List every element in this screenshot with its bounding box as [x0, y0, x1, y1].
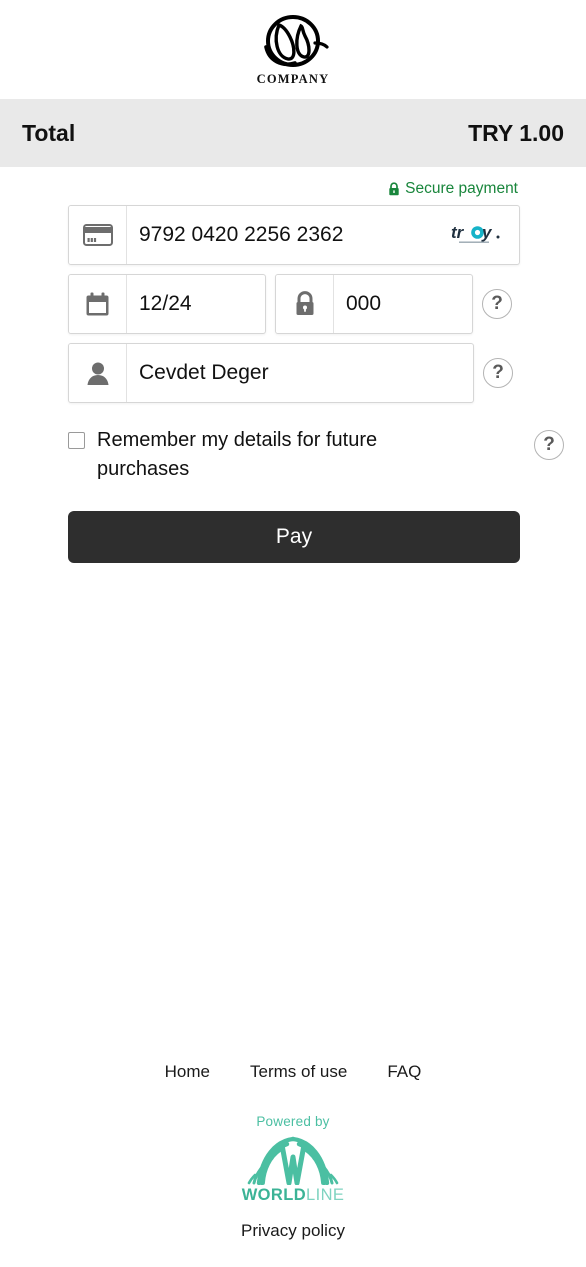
cardholder-row: Cevdet Deger ?	[0, 343, 586, 403]
troy-card-brand-logo: tr y	[451, 223, 500, 243]
card-number-field[interactable]: 9792 0420 2256 2362 tr y	[68, 205, 520, 265]
expiry-value: 12/24	[139, 292, 192, 315]
card-number-row: 9792 0420 2256 2362 tr y	[0, 205, 586, 265]
svg-text:tr: tr	[451, 223, 465, 242]
payment-page: COMPANY Total TRY 1.00 Secure payment 97…	[0, 0, 586, 1267]
total-label: Total	[22, 119, 76, 146]
card-number-value-cell[interactable]: 9792 0420 2256 2362 tr y	[127, 206, 519, 264]
footer-link-home[interactable]: Home	[165, 1062, 210, 1082]
expiry-value-cell[interactable]: 12/24	[127, 275, 265, 333]
footer-link-faq[interactable]: FAQ	[387, 1062, 421, 1082]
cvv-field[interactable]: 000	[275, 274, 473, 334]
calendar-icon	[86, 292, 109, 315]
cvv-value: 000	[346, 292, 382, 315]
cardholder-name-value: Cevdet Deger	[139, 361, 269, 384]
remember-details-checkbox[interactable]	[68, 432, 85, 449]
secure-payment-label: Secure payment	[405, 180, 518, 197]
card-number-value: 9792 0420 2256 2362	[139, 223, 344, 246]
remember-details-row: Remember my details for future purchases…	[0, 412, 586, 484]
footer-link-terms-of-use[interactable]: Terms of use	[250, 1062, 347, 1082]
card-brand-badge: tr y	[451, 222, 519, 248]
expiry-cvv-row: 12/24 000 ?	[0, 274, 586, 334]
lock-icon	[296, 291, 313, 315]
expiry-date-field[interactable]: 12/24	[68, 274, 266, 334]
company-monogram-logo	[264, 14, 329, 67]
worldline-logo: WORLDLINE	[242, 1135, 345, 1205]
lock-icon	[389, 182, 399, 196]
merchant-logo: COMPANY	[255, 13, 331, 87]
remember-help-button[interactable]: ?	[534, 430, 564, 460]
merchant-header: COMPANY	[0, 0, 586, 99]
merchant-name: COMPANY	[256, 71, 330, 86]
secure-payment-badge: Secure payment	[0, 167, 586, 199]
person-icon-cell	[69, 344, 127, 402]
worldline-arc-logo	[247, 1136, 339, 1185]
total-amount: TRY 1.00	[468, 119, 564, 146]
payment-form: 9792 0420 2256 2362 tr y 12/24 000 ? Cev…	[0, 199, 586, 563]
cvv-help-button[interactable]: ?	[482, 289, 512, 319]
person-icon	[87, 362, 108, 385]
credit-card-icon	[82, 224, 113, 246]
privacy-policy-link[interactable]: Privacy policy	[241, 1221, 345, 1241]
cardholder-name-field[interactable]: Cevdet Deger	[68, 343, 474, 403]
cvv-value-cell[interactable]: 000	[334, 275, 472, 333]
worldline-word-bold: WORLD	[241, 1186, 307, 1204]
footer-links: Home Terms of use FAQ	[165, 1062, 422, 1082]
pay-button[interactable]: Pay	[68, 511, 520, 563]
remember-details-label: Remember my details for future purchases	[97, 429, 378, 480]
cardholder-value-cell[interactable]: Cevdet Deger	[127, 344, 473, 402]
order-total-bar: Total TRY 1.00	[0, 99, 586, 167]
cvv-lock-icon-cell	[276, 275, 334, 333]
svg-text:y: y	[481, 223, 493, 242]
calendar-icon-cell	[69, 275, 127, 333]
powered-by-label: Powered by	[256, 1114, 330, 1129]
cardholder-help-button[interactable]: ?	[483, 358, 513, 388]
worldline-word-light: LINE	[306, 1186, 345, 1204]
page-footer: Home Terms of use FAQ Powered by WORLDLI…	[0, 1062, 586, 1241]
credit-card-icon-cell	[69, 206, 127, 264]
pay-button-wrapper: Pay	[0, 484, 586, 563]
worldline-wordmark: WORLDLINE	[242, 1186, 345, 1205]
